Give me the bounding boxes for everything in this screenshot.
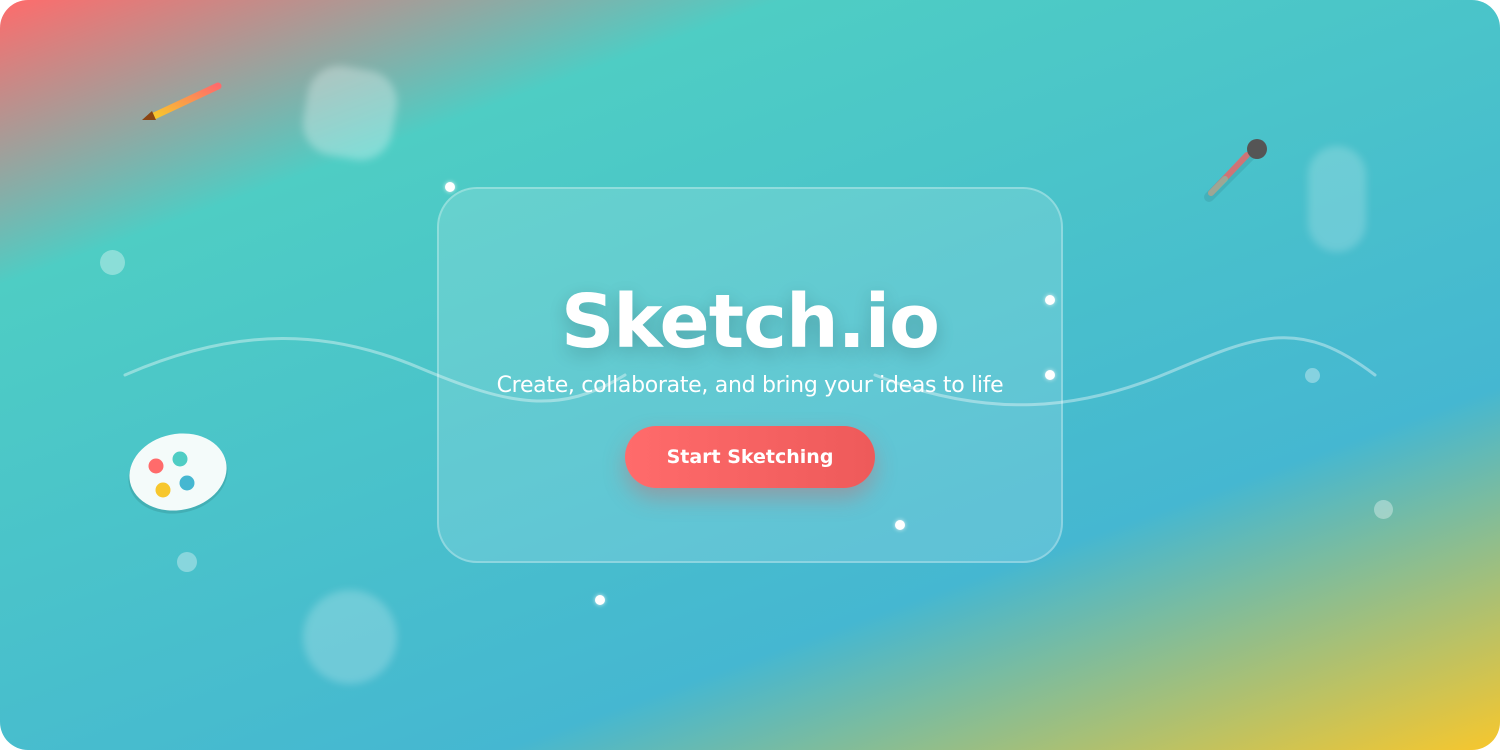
start-sketching-button[interactable]: Start Sketching [625, 426, 875, 488]
tagline: Create, collaborate, and bring your idea… [496, 373, 1004, 398]
app-title: Sketch.io [561, 279, 940, 365]
hero-canvas: Sketch.io Create, collaborate, and bring… [0, 0, 1500, 750]
hero-card: Sketch.io Create, collaborate, and bring… [437, 187, 1063, 563]
sparkle-dot [595, 595, 605, 605]
sparkle-dot [445, 182, 455, 192]
palette-dot [155, 482, 171, 498]
palette-dot [172, 451, 188, 467]
palette-dot [179, 475, 195, 491]
palette-icon [128, 433, 228, 514]
pencil-icon [142, 82, 222, 120]
palette-dot [148, 458, 164, 474]
paintbrush-icon [1204, 139, 1267, 202]
